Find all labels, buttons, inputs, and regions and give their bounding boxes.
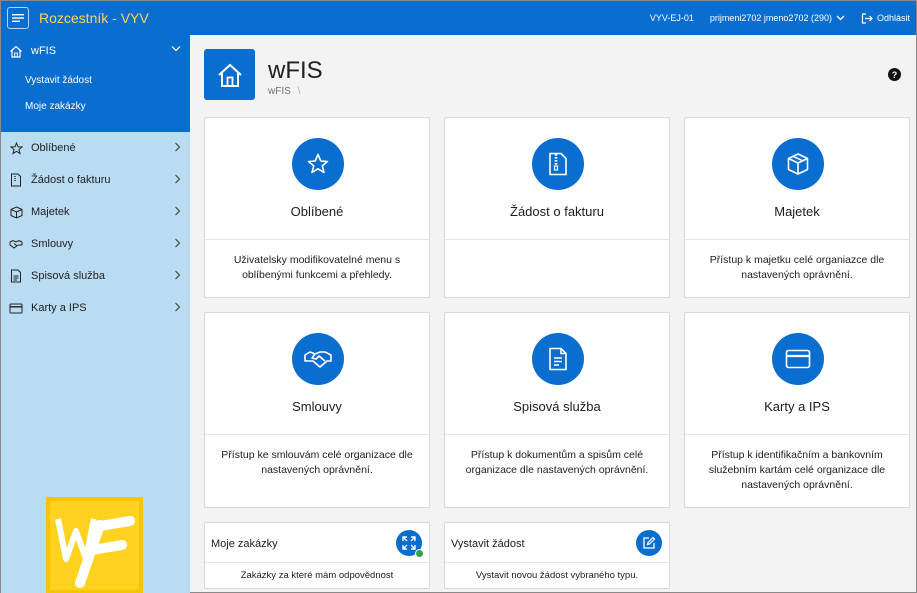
document-icon: [8, 172, 24, 188]
card-title: Oblíbené: [290, 204, 344, 219]
sidebar-item-zadost-o-fakturu[interactable]: Žádost o fakturu: [1, 164, 190, 196]
sidebar: wFIS Vystavit žádost Moje zakázky Oblíbe…: [1, 35, 190, 593]
sidebar-group-wfis: wFIS Vystavit žádost Moje zakázky: [1, 35, 190, 132]
sidebar-item-label: Oblíbené: [31, 142, 76, 154]
card-description: Přístup ke smlouvám celé organizace dle …: [221, 449, 413, 476]
sidebar-item-spisova-sluzba[interactable]: Spisová služba: [1, 260, 190, 292]
mini-card-description: Vystavit novou žádost vybraného typu.: [475, 570, 639, 581]
file-icon: [8, 268, 24, 284]
wfis-logo: [46, 497, 143, 593]
sidebar-subitem-moje-zakazky[interactable]: Moje zakázky: [1, 93, 190, 119]
mini-card-description: Zakázky za které mám odpovědnost: [240, 570, 394, 581]
card-vystavit-zadost[interactable]: Vystavit žádost Vystavit novou žádost vy…: [444, 522, 670, 589]
card-title: Smlouvy: [292, 399, 342, 414]
sidebar-item-label: Smlouvy: [31, 238, 74, 250]
logout-icon: [861, 12, 873, 24]
star-icon: [8, 140, 24, 156]
logout-label: Odhlásit: [876, 13, 910, 23]
breadcrumb-separator: \: [297, 86, 301, 97]
handshake-icon: [292, 333, 344, 385]
menu-toggle-button[interactable]: [7, 7, 29, 29]
card-oblibene[interactable]: Oblíbené Uživatelsky modifikovatelné men…: [204, 117, 430, 298]
sidebar-item-label: Žádost o fakturu: [31, 174, 111, 186]
app-title: Rozcestník - VYV: [39, 10, 149, 26]
card-icon: [772, 333, 824, 385]
sidebar-subitem-vystavit-zadost[interactable]: Vystavit žádost: [1, 67, 190, 93]
user-name: prijmeni2702 jmeno2702 (290): [709, 13, 832, 23]
home-icon: [8, 43, 24, 59]
hamburger-icon: [12, 14, 24, 22]
card-description: [445, 240, 669, 253]
card-title: Žádost o fakturu: [510, 204, 604, 219]
edit-icon[interactable]: [636, 530, 662, 556]
chevron-down-icon: [836, 15, 845, 21]
card-description: Přístup k dokumentům a spisům celé organ…: [465, 449, 649, 476]
main-content: wFIS wFIS \ ? Oblíbené Uživatelsky modif…: [191, 35, 916, 593]
chevron-down-icon: [171, 46, 181, 52]
sidebar-item-label: Majetek: [31, 206, 70, 218]
mini-card-title: Moje zakázky: [211, 538, 278, 550]
sidebar-item-label: Karty a IPS: [31, 302, 87, 314]
help-icon[interactable]: ?: [888, 68, 901, 81]
breadcrumb-item[interactable]: wFIS: [268, 86, 291, 97]
top-bar: Rozcestník - VYV VYV-EJ-01 prijmeni2702 …: [1, 1, 916, 35]
box-icon: [772, 138, 824, 190]
card-moje-zakazky[interactable]: Moje zakázky Zakázky za které mám odpově…: [204, 522, 430, 589]
home-icon: [204, 49, 255, 100]
user-menu[interactable]: prijmeni2702 jmeno2702 (290): [710, 13, 845, 23]
card-icon: [8, 300, 24, 316]
sidebar-item-label: wFIS: [31, 45, 57, 57]
chevron-right-icon: [175, 270, 181, 280]
sidebar-item-smlouvy[interactable]: Smlouvy: [1, 228, 190, 260]
star-icon: [292, 138, 344, 190]
chevron-right-icon: [175, 206, 181, 216]
sidebar-item-karty-a-ips[interactable]: Karty a IPS: [1, 292, 190, 324]
card-title: Karty a IPS: [764, 399, 830, 414]
status-badge: [415, 549, 424, 558]
sidebar-item-oblibene[interactable]: Oblíbené: [1, 132, 190, 164]
chevron-right-icon: [175, 238, 181, 248]
card-description: Přístup k identifikačním a bankovním slu…: [708, 449, 886, 491]
card-spisova-sluzba[interactable]: Spisová služba Přístup k dokumentům a sp…: [444, 312, 670, 508]
environment-label: VYV-EJ-01: [649, 13, 694, 23]
card-description: Uživatelsky modifikovatelné menu s oblíb…: [233, 254, 401, 281]
sidebar-item-label: Spisová služba: [31, 270, 105, 282]
card-description: Přístup k majetku celé organiazce dle na…: [709, 254, 885, 281]
logout-button[interactable]: Odhlásit: [861, 12, 910, 24]
card-majetek[interactable]: Majetek Přístup k majetku celé organiazc…: [684, 117, 910, 298]
card-title: Spisová služba: [513, 399, 601, 414]
card-zadost-o-fakturu[interactable]: Žádost o fakturu: [444, 117, 670, 298]
expand-icon[interactable]: [396, 530, 424, 558]
mini-card-title: Vystavit žádost: [451, 538, 525, 550]
box-icon: [8, 204, 24, 220]
sidebar-item-majetek[interactable]: Majetek: [1, 196, 190, 228]
file-lines-icon: [532, 333, 584, 385]
card-title: Majetek: [774, 204, 820, 219]
breadcrumb: wFIS \: [268, 86, 300, 97]
chevron-right-icon: [175, 302, 181, 312]
chevron-right-icon: [175, 142, 181, 152]
zip-document-icon: [532, 138, 584, 190]
sidebar-item-wfis[interactable]: wFIS: [1, 35, 190, 67]
chevron-right-icon: [175, 174, 181, 184]
card-smlouvy[interactable]: Smlouvy Přístup ke smlouvám celé organiz…: [204, 312, 430, 508]
handshake-icon: [8, 236, 24, 252]
card-karty-a-ips[interactable]: Karty a IPS Přístup k identifikačním a b…: [684, 312, 910, 508]
page-title: wFIS: [268, 57, 323, 84]
